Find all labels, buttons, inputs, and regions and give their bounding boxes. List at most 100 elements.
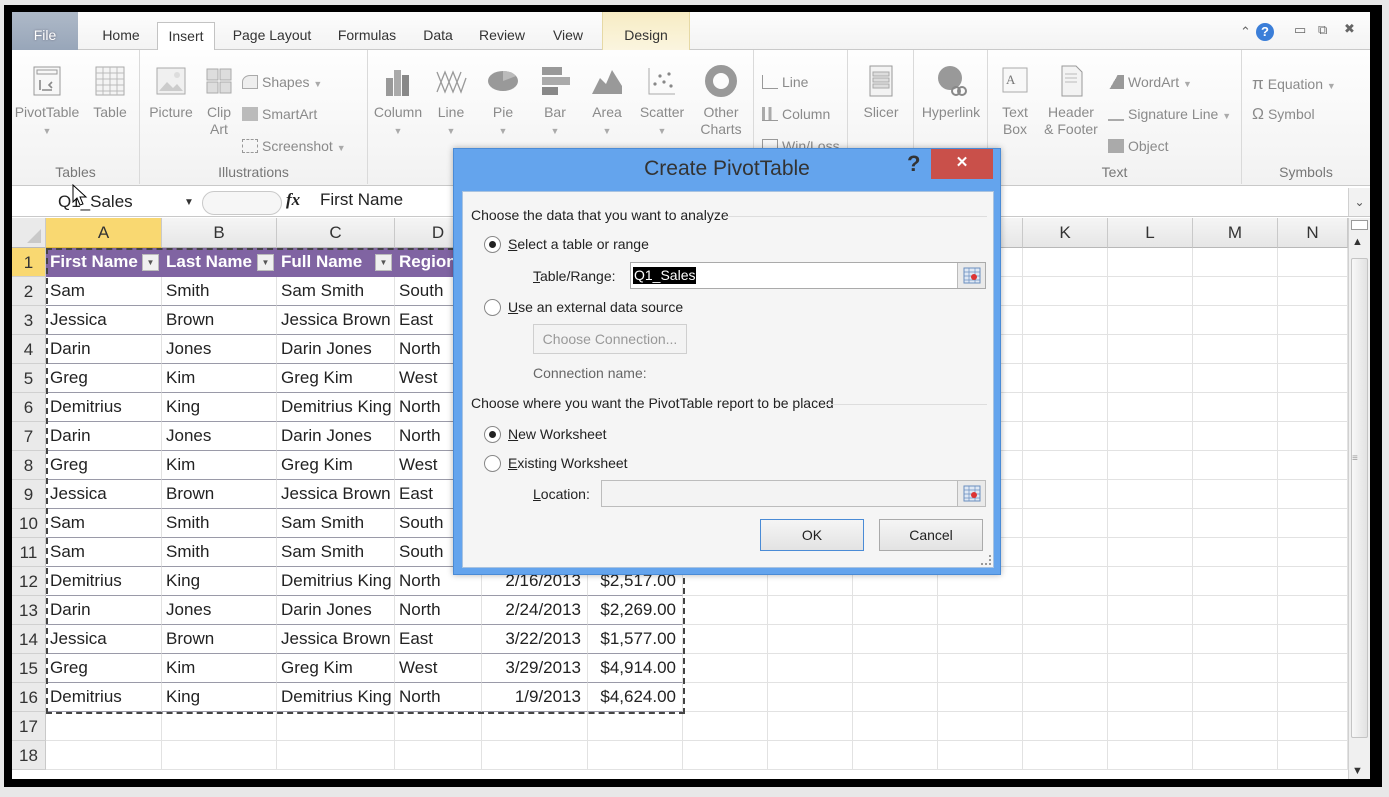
name-box-dropdown-icon[interactable]: ▼: [184, 197, 194, 208]
cell-b4[interactable]: Jones: [162, 335, 277, 364]
formula-bar-splitter[interactable]: [202, 191, 282, 215]
cell-g15[interactable]: [683, 654, 768, 683]
cell-k7[interactable]: [1023, 422, 1108, 451]
cell-m4[interactable]: [1193, 335, 1278, 364]
cell-m14[interactable]: [1193, 625, 1278, 654]
choose-connection-button[interactable]: Choose Connection...: [533, 324, 687, 354]
cell-a14[interactable]: Jessica: [46, 625, 162, 654]
signature-line-button[interactable]: Signature Line ▼: [1108, 106, 1231, 122]
row-header-15[interactable]: 15: [12, 654, 46, 683]
cell-k3[interactable]: [1023, 306, 1108, 335]
cell-m16[interactable]: [1193, 683, 1278, 712]
cell-h15[interactable]: [768, 654, 853, 683]
cell-b2[interactable]: Smith: [162, 277, 277, 306]
cell-b11[interactable]: Smith: [162, 538, 277, 567]
cell-j15[interactable]: [938, 654, 1023, 683]
cell-e13[interactable]: 2/24/2013: [482, 596, 588, 625]
help-icon[interactable]: ?: [1256, 23, 1274, 41]
cell-n2[interactable]: [1278, 277, 1348, 306]
cell-c2[interactable]: Sam Smith: [277, 277, 395, 306]
column-header-n[interactable]: N: [1278, 218, 1348, 248]
cell-h17[interactable]: [768, 712, 853, 741]
cell-b13[interactable]: Jones: [162, 596, 277, 625]
row-header-18[interactable]: 18: [12, 741, 46, 770]
cell-n4[interactable]: [1278, 335, 1348, 364]
cell-m9[interactable]: [1193, 480, 1278, 509]
cell-c11[interactable]: Sam Smith: [277, 538, 395, 567]
cell-m1[interactable]: [1193, 248, 1278, 277]
cell-k2[interactable]: [1023, 277, 1108, 306]
split-handle[interactable]: [1351, 220, 1368, 230]
dialog-resize-grip[interactable]: [981, 555, 991, 565]
cell-e16[interactable]: 1/9/2013: [482, 683, 588, 712]
cell-j14[interactable]: [938, 625, 1023, 654]
minimize-window-icon[interactable]: ▭: [1294, 22, 1306, 38]
row-header-13[interactable]: 13: [12, 596, 46, 625]
sparkline-column-button[interactable]: Column: [762, 106, 830, 122]
screenshot-button[interactable]: Screenshot ▼: [242, 138, 346, 154]
symbol-button[interactable]: Ω Symbol: [1252, 106, 1315, 124]
slicer-button[interactable]: Slicer: [854, 64, 908, 121]
table-button[interactable]: Table: [86, 64, 134, 121]
label-select-range[interactable]: Select a table or range: [508, 236, 649, 252]
filter-dropdown-icon[interactable]: ▼: [257, 254, 274, 271]
cell-b3[interactable]: Brown: [162, 306, 277, 335]
cell-h14[interactable]: [768, 625, 853, 654]
cell-g17[interactable]: [683, 712, 768, 741]
cell-m6[interactable]: [1193, 393, 1278, 422]
tab-home[interactable]: Home: [92, 22, 150, 50]
cell-k8[interactable]: [1023, 451, 1108, 480]
radio-external-source[interactable]: [484, 299, 501, 316]
cell-n14[interactable]: [1278, 625, 1348, 654]
smartart-button[interactable]: SmartArt: [242, 106, 317, 122]
filter-dropdown-icon[interactable]: ▼: [142, 254, 159, 271]
cell-m8[interactable]: [1193, 451, 1278, 480]
location-input[interactable]: [601, 480, 986, 507]
cell-n15[interactable]: [1278, 654, 1348, 683]
cell-l16[interactable]: [1108, 683, 1193, 712]
scroll-down-icon[interactable]: ▼: [1352, 765, 1363, 777]
row-header-10[interactable]: 10: [12, 509, 46, 538]
header-footer-button[interactable]: Header & Footer: [1040, 64, 1102, 138]
cell-g18[interactable]: [683, 741, 768, 770]
cell-k6[interactable]: [1023, 393, 1108, 422]
scroll-up-icon[interactable]: ▲: [1352, 236, 1363, 248]
cell-a12[interactable]: Demitrius: [46, 567, 162, 596]
dialog-close-button[interactable]: ✕: [931, 149, 993, 179]
restore-window-icon[interactable]: ⧉: [1318, 22, 1327, 38]
cell-b7[interactable]: Jones: [162, 422, 277, 451]
cell-m10[interactable]: [1193, 509, 1278, 538]
cell-c3[interactable]: Jessica Brown: [277, 306, 395, 335]
cell-f18[interactable]: [588, 741, 683, 770]
wordart-button[interactable]: WordArt ▼: [1108, 74, 1192, 90]
tab-review[interactable]: Review: [472, 22, 532, 50]
cell-d15[interactable]: West: [395, 654, 482, 683]
cell-l2[interactable]: [1108, 277, 1193, 306]
column-chart-button[interactable]: Column ▼: [372, 64, 424, 140]
row-header-7[interactable]: 7: [12, 422, 46, 451]
cell-a18[interactable]: [46, 741, 162, 770]
radio-existing-worksheet[interactable]: [484, 455, 501, 472]
cell-n11[interactable]: [1278, 538, 1348, 567]
tab-file[interactable]: File: [12, 12, 78, 50]
cell-m3[interactable]: [1193, 306, 1278, 335]
cell-b9[interactable]: Brown: [162, 480, 277, 509]
hyperlink-button[interactable]: Hyperlink: [918, 64, 984, 121]
cell-n12[interactable]: [1278, 567, 1348, 596]
pie-chart-button[interactable]: Pie ▼: [480, 64, 526, 140]
row-header-1[interactable]: 1: [12, 248, 46, 277]
cell-k18[interactable]: [1023, 741, 1108, 770]
column-header-b[interactable]: B: [162, 218, 277, 248]
cell-m11[interactable]: [1193, 538, 1278, 567]
column-header-k[interactable]: K: [1023, 218, 1108, 248]
cell-b5[interactable]: Kim: [162, 364, 277, 393]
cell-f13[interactable]: $2,269.00: [588, 596, 683, 625]
cell-g14[interactable]: [683, 625, 768, 654]
cell-i16[interactable]: [853, 683, 938, 712]
ok-button[interactable]: OK: [760, 519, 864, 551]
cell-l3[interactable]: [1108, 306, 1193, 335]
cell-j17[interactable]: [938, 712, 1023, 741]
row-header-3[interactable]: 3: [12, 306, 46, 335]
cell-h16[interactable]: [768, 683, 853, 712]
cell-n18[interactable]: [1278, 741, 1348, 770]
